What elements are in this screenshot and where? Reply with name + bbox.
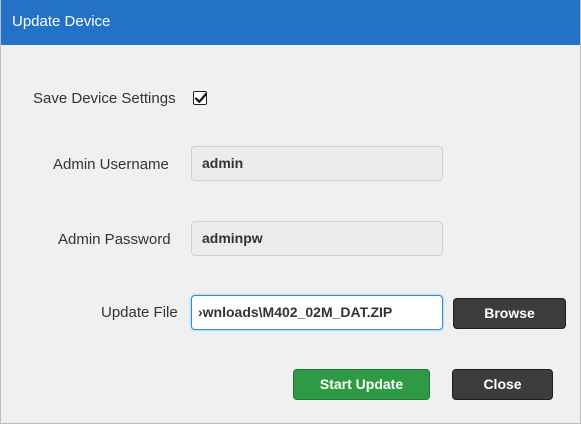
admin-username-value: admin [202,155,244,171]
admin-username-field[interactable]: admin [191,146,443,181]
admin-username-label: Admin Username [53,156,169,173]
close-button[interactable]: Close [452,369,553,400]
admin-password-field[interactable]: adminpw [191,221,443,256]
admin-password-label: Admin Password [58,231,171,248]
browse-button[interactable]: Browse [453,298,566,329]
start-update-button[interactable]: Start Update [293,369,430,400]
checkmark-icon [194,92,208,103]
dialog-titlebar[interactable]: Update Device [1,0,580,45]
update-file-label: Update File [101,304,178,321]
save-device-settings-checkbox[interactable] [193,91,208,105]
save-device-settings-label: Save Device Settings [33,90,176,107]
update-file-field[interactable]: ›wnloads\M402_02M_DAT.ZIP [191,295,443,330]
update-file-value: ›wnloads\M402_02M_DAT.ZIP [198,304,393,320]
admin-password-value: adminpw [202,230,263,246]
dialog-title: Update Device [12,13,111,30]
update-device-dialog: Update Device Save Device Settings Admin… [0,0,581,424]
